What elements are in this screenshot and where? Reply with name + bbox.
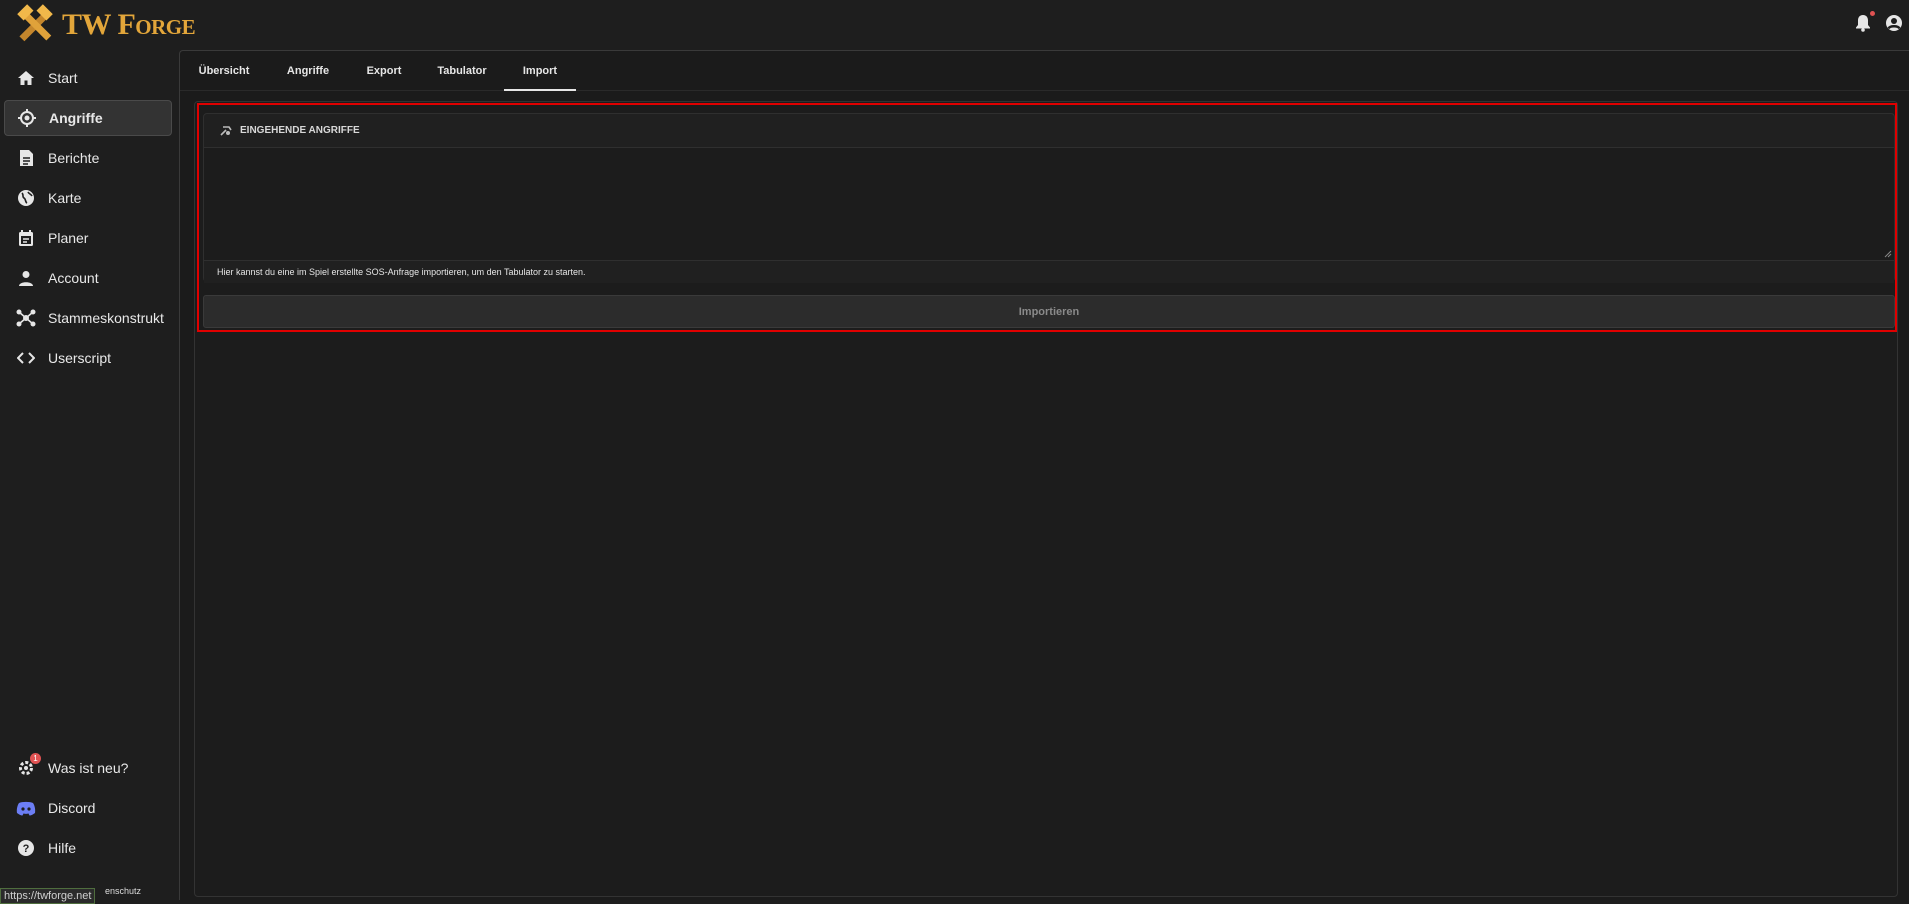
tab-tabulator[interactable]: Tabulator — [420, 51, 504, 91]
sidebar-item-account[interactable]: Account — [4, 260, 172, 296]
sidebar-item-stammeskonstrukt[interactable]: Stammeskonstrukt — [4, 300, 172, 336]
help-icon: ? — [16, 838, 36, 858]
sidebar-item-start[interactable]: Start — [4, 60, 172, 96]
tab-label: Angriffe — [286, 65, 330, 77]
sidebar-item-karte[interactable]: Karte — [4, 180, 172, 216]
discord-icon — [16, 798, 36, 818]
notification-dot — [1870, 11, 1875, 16]
main-panel: Übersicht Angriffe Export Tabulator Impo… — [179, 50, 1909, 900]
app-logo[interactable]: TW Forge — [12, 4, 196, 46]
tab-label: Übersicht — [198, 65, 250, 77]
sidebar-item-discord[interactable]: Discord — [4, 790, 172, 826]
import-button[interactable]: Importieren — [203, 295, 1895, 328]
card-title: EINGEHENDE ANGRIFFE — [240, 125, 360, 136]
privacy-link[interactable]: enschutz — [105, 886, 141, 896]
resize-grip-icon[interactable] — [1884, 250, 1892, 258]
tab-uebersicht[interactable]: Übersicht — [180, 51, 268, 91]
report-icon — [16, 148, 36, 168]
sidebar-item-planer[interactable]: Planer — [4, 220, 172, 256]
sidebar-item-label: Account — [48, 270, 99, 286]
network-icon — [16, 308, 36, 328]
tab-label: Import — [522, 65, 558, 77]
svg-text:?: ? — [23, 843, 30, 855]
tab-label: Tabulator — [437, 65, 487, 77]
notification-badge: 1 — [30, 753, 41, 764]
tab-bar: Übersicht Angriffe Export Tabulator Impo… — [180, 51, 1909, 91]
highlight-frame: EINGEHENDE ANGRIFFE Hier kannst du eine … — [197, 103, 1897, 332]
sidebar-item-berichte[interactable]: Berichte — [4, 140, 172, 176]
app-logo-text: TW Forge — [62, 8, 196, 41]
sidebar: Start Angriffe Berichte Karte Planer Acc… — [0, 50, 178, 900]
calendar-icon — [16, 228, 36, 248]
tab-label: Export — [366, 65, 402, 77]
card-hint: Hier kannst du eine im Spiel erstellte S… — [204, 260, 1894, 283]
hammer-logo-icon — [17, 4, 53, 42]
tab-angriffe[interactable]: Angriffe — [268, 51, 348, 91]
target-icon — [17, 108, 37, 128]
sidebar-item-label: Start — [48, 70, 78, 86]
tab-export[interactable]: Export — [348, 51, 420, 91]
incoming-attack-icon — [220, 125, 232, 136]
notification-bell-icon[interactable] — [1855, 11, 1875, 32]
top-bar: TW Forge — [0, 0, 1909, 50]
url-hint-tooltip: https://twforge.net — [0, 888, 96, 904]
user-icon — [16, 268, 36, 288]
sidebar-item-angriffe[interactable]: Angriffe — [4, 100, 172, 136]
sidebar-item-label: Stammeskonstrukt — [48, 310, 164, 326]
sidebar-item-label: Karte — [48, 190, 82, 206]
sidebar-item-was-ist-neu[interactable]: 1 Was ist neu? — [4, 750, 172, 786]
sidebar-item-userscript[interactable]: Userscript — [4, 340, 172, 376]
sidebar-item-label: Was ist neu? — [48, 760, 129, 776]
sidebar-item-label: Userscript — [48, 350, 112, 366]
sidebar-item-label: Hilfe — [48, 840, 77, 856]
tab-import[interactable]: Import — [504, 51, 576, 91]
sidebar-item-hilfe[interactable]: ? Hilfe — [4, 830, 172, 866]
import-card: EINGEHENDE ANGRIFFE Hier kannst du eine … — [203, 113, 1895, 283]
sidebar-item-label: Planer — [48, 230, 89, 246]
card-header: EINGEHENDE ANGRIFFE — [204, 114, 1894, 148]
account-circle-icon[interactable] — [1885, 14, 1903, 32]
home-icon — [16, 68, 36, 88]
sidebar-item-label: Discord — [48, 800, 96, 816]
code-icon — [16, 348, 36, 368]
globe-icon — [16, 188, 36, 208]
sidebar-item-label: Angriffe — [49, 110, 103, 126]
import-content: EINGEHENDE ANGRIFFE Hier kannst du eine … — [194, 101, 1898, 897]
sidebar-item-label: Berichte — [48, 150, 100, 166]
sos-import-textarea[interactable] — [204, 148, 1894, 260]
